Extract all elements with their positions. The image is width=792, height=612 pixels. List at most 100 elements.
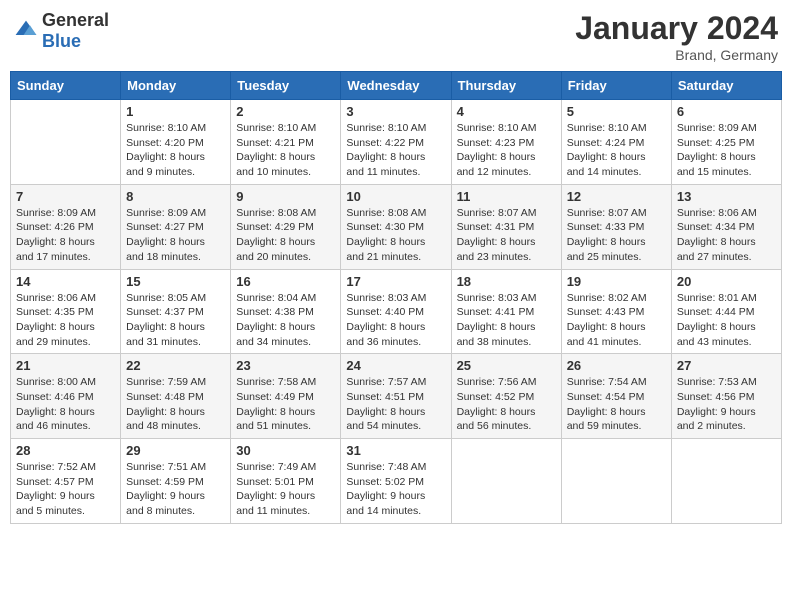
title-section: January 2024 Brand, Germany	[575, 10, 778, 63]
day-number: 19	[567, 274, 666, 289]
calendar-cell: 4 Sunrise: 8:10 AMSunset: 4:23 PMDaylight…	[451, 100, 561, 185]
calendar-cell	[451, 439, 561, 524]
page-header: General Blue January 2024 Brand, Germany	[10, 10, 782, 63]
calendar-cell: 8 Sunrise: 8:09 AMSunset: 4:27 PMDaylight…	[121, 184, 231, 269]
weekday-header: Thursday	[451, 72, 561, 100]
day-number: 12	[567, 189, 666, 204]
day-number: 17	[346, 274, 445, 289]
day-number: 14	[16, 274, 115, 289]
calendar-week-row: 14 Sunrise: 8:06 AMSunset: 4:35 PMDayligh…	[11, 269, 782, 354]
day-number: 22	[126, 358, 225, 373]
day-info: Sunrise: 8:08 AMSunset: 4:30 PMDaylight:…	[346, 206, 445, 265]
day-info: Sunrise: 8:10 AMSunset: 4:20 PMDaylight:…	[126, 121, 225, 180]
day-info: Sunrise: 8:04 AMSunset: 4:38 PMDaylight:…	[236, 291, 335, 350]
weekday-header: Tuesday	[231, 72, 341, 100]
day-number: 2	[236, 104, 335, 119]
day-info: Sunrise: 8:10 AMSunset: 4:24 PMDaylight:…	[567, 121, 666, 180]
day-info: Sunrise: 7:54 AMSunset: 4:54 PMDaylight:…	[567, 375, 666, 434]
day-info: Sunrise: 8:10 AMSunset: 4:22 PMDaylight:…	[346, 121, 445, 180]
day-number: 23	[236, 358, 335, 373]
day-number: 29	[126, 443, 225, 458]
calendar-cell: 7 Sunrise: 8:09 AMSunset: 4:26 PMDaylight…	[11, 184, 121, 269]
day-number: 7	[16, 189, 115, 204]
day-info: Sunrise: 8:09 AMSunset: 4:27 PMDaylight:…	[126, 206, 225, 265]
calendar-table: SundayMondayTuesdayWednesdayThursdayFrid…	[10, 71, 782, 524]
day-number: 27	[677, 358, 776, 373]
day-info: Sunrise: 8:08 AMSunset: 4:29 PMDaylight:…	[236, 206, 335, 265]
calendar-cell: 6Sunrise: 8:09 AMSunset: 4:25 PMDaylight…	[671, 100, 781, 185]
day-number: 1	[126, 104, 225, 119]
calendar-cell: 25 Sunrise: 7:56 AMSunset: 4:52 PMDayligh…	[451, 354, 561, 439]
location: Brand, Germany	[575, 47, 778, 63]
calendar-cell: 3 Sunrise: 8:10 AMSunset: 4:22 PMDaylight…	[341, 100, 451, 185]
calendar-cell: 24 Sunrise: 7:57 AMSunset: 4:51 PMDayligh…	[341, 354, 451, 439]
day-info: Sunrise: 7:58 AMSunset: 4:49 PMDaylight:…	[236, 375, 335, 434]
calendar-week-row: 7 Sunrise: 8:09 AMSunset: 4:26 PMDaylight…	[11, 184, 782, 269]
calendar-header-row: SundayMondayTuesdayWednesdayThursdayFrid…	[11, 72, 782, 100]
day-info: Sunrise: 8:05 AMSunset: 4:37 PMDaylight:…	[126, 291, 225, 350]
calendar-week-row: 28 Sunrise: 7:52 AMSunset: 4:57 PMDayligh…	[11, 439, 782, 524]
day-number: 24	[346, 358, 445, 373]
calendar-cell: 28 Sunrise: 7:52 AMSunset: 4:57 PMDayligh…	[11, 439, 121, 524]
day-number: 9	[236, 189, 335, 204]
month-title: January 2024	[575, 10, 778, 47]
day-info: Sunrise: 7:53 AMSunset: 4:56 PMDaylight:…	[677, 375, 776, 434]
day-info: Sunrise: 8:03 AMSunset: 4:41 PMDaylight:…	[457, 291, 556, 350]
calendar-cell: 5 Sunrise: 8:10 AMSunset: 4:24 PMDaylight…	[561, 100, 671, 185]
calendar-cell	[11, 100, 121, 185]
day-info: Sunrise: 8:03 AMSunset: 4:40 PMDaylight:…	[346, 291, 445, 350]
day-info: Sunrise: 7:57 AMSunset: 4:51 PMDaylight:…	[346, 375, 445, 434]
day-number: 11	[457, 189, 556, 204]
day-number: 30	[236, 443, 335, 458]
calendar-cell: 17 Sunrise: 8:03 AMSunset: 4:40 PMDayligh…	[341, 269, 451, 354]
day-info: Sunrise: 7:52 AMSunset: 4:57 PMDaylight:…	[16, 460, 115, 519]
calendar-cell: 11Sunrise: 8:07 AMSunset: 4:31 PMDayligh…	[451, 184, 561, 269]
calendar-cell: 19 Sunrise: 8:02 AMSunset: 4:43 PMDayligh…	[561, 269, 671, 354]
weekday-header: Saturday	[671, 72, 781, 100]
calendar-week-row: 1 Sunrise: 8:10 AMSunset: 4:20 PMDaylight…	[11, 100, 782, 185]
calendar-cell	[671, 439, 781, 524]
calendar-cell: 21Sunrise: 8:00 AMSunset: 4:46 PMDayligh…	[11, 354, 121, 439]
day-number: 28	[16, 443, 115, 458]
logo-general: General	[42, 10, 109, 30]
day-info: Sunrise: 7:51 AMSunset: 4:59 PMDaylight:…	[126, 460, 225, 519]
day-number: 3	[346, 104, 445, 119]
day-number: 13	[677, 189, 776, 204]
calendar-cell: 13 Sunrise: 8:06 AMSunset: 4:34 PMDayligh…	[671, 184, 781, 269]
calendar-cell	[561, 439, 671, 524]
logo-icon	[14, 19, 38, 43]
logo-blue: Blue	[42, 31, 81, 51]
day-info: Sunrise: 8:00 AMSunset: 4:46 PMDaylight:…	[16, 375, 115, 434]
calendar-cell: 9 Sunrise: 8:08 AMSunset: 4:29 PMDaylight…	[231, 184, 341, 269]
day-info: Sunrise: 8:06 AMSunset: 4:35 PMDaylight:…	[16, 291, 115, 350]
day-info: Sunrise: 7:56 AMSunset: 4:52 PMDaylight:…	[457, 375, 556, 434]
day-info: Sunrise: 7:59 AMSunset: 4:48 PMDaylight:…	[126, 375, 225, 434]
day-number: 5	[567, 104, 666, 119]
calendar-cell: 27 Sunrise: 7:53 AMSunset: 4:56 PMDayligh…	[671, 354, 781, 439]
day-info: Sunrise: 7:49 AMSunset: 5:01 PMDaylight:…	[236, 460, 335, 519]
day-info: Sunrise: 8:06 AMSunset: 4:34 PMDaylight:…	[677, 206, 776, 265]
day-info: Sunrise: 8:09 AMSunset: 4:25 PMDaylight:…	[677, 121, 776, 180]
day-info: Sunrise: 8:10 AMSunset: 4:23 PMDaylight:…	[457, 121, 556, 180]
calendar-cell: 16Sunrise: 8:04 AMSunset: 4:38 PMDayligh…	[231, 269, 341, 354]
day-number: 20	[677, 274, 776, 289]
day-number: 10	[346, 189, 445, 204]
calendar-cell: 14 Sunrise: 8:06 AMSunset: 4:35 PMDayligh…	[11, 269, 121, 354]
calendar-week-row: 21Sunrise: 8:00 AMSunset: 4:46 PMDayligh…	[11, 354, 782, 439]
day-info: Sunrise: 8:02 AMSunset: 4:43 PMDaylight:…	[567, 291, 666, 350]
day-info: Sunrise: 8:09 AMSunset: 4:26 PMDaylight:…	[16, 206, 115, 265]
calendar-cell: 31Sunrise: 7:48 AMSunset: 5:02 PMDayligh…	[341, 439, 451, 524]
calendar-cell: 12 Sunrise: 8:07 AMSunset: 4:33 PMDayligh…	[561, 184, 671, 269]
day-number: 4	[457, 104, 556, 119]
day-info: Sunrise: 8:01 AMSunset: 4:44 PMDaylight:…	[677, 291, 776, 350]
calendar-cell: 26Sunrise: 7:54 AMSunset: 4:54 PMDayligh…	[561, 354, 671, 439]
day-number: 18	[457, 274, 556, 289]
day-info: Sunrise: 8:07 AMSunset: 4:33 PMDaylight:…	[567, 206, 666, 265]
day-number: 8	[126, 189, 225, 204]
calendar-cell: 30 Sunrise: 7:49 AMSunset: 5:01 PMDayligh…	[231, 439, 341, 524]
day-info: Sunrise: 8:10 AMSunset: 4:21 PMDaylight:…	[236, 121, 335, 180]
day-number: 31	[346, 443, 445, 458]
weekday-header: Sunday	[11, 72, 121, 100]
day-number: 15	[126, 274, 225, 289]
day-number: 25	[457, 358, 556, 373]
